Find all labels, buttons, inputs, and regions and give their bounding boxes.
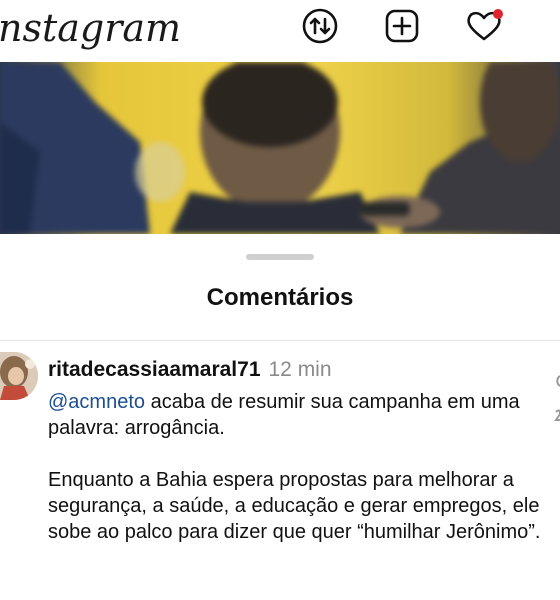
sheet-title: Comentários (206, 284, 354, 311)
video-preview[interactable] (0, 62, 560, 234)
updown-arrows-icon[interactable] (298, 4, 342, 48)
heart-icon[interactable] (462, 4, 506, 48)
partial-icon (548, 372, 560, 432)
comment-username[interactable]: ritadecassiaamaral71 (48, 358, 261, 381)
new-post-icon[interactable] (380, 4, 424, 48)
top-bar: nstagram (0, 0, 560, 62)
mention-link[interactable]: @acmneto (48, 391, 145, 413)
instagram-logo[interactable]: nstagram (0, 6, 181, 50)
comment-header: ritadecassiaamaral71 12 min (48, 358, 332, 382)
comment-text: @acmneto acaba de resumir sua campanha e… (48, 389, 548, 545)
divider (0, 340, 560, 341)
comment-time: 12 min (268, 358, 332, 381)
drag-handle[interactable] (246, 254, 314, 260)
comment-body: acaba de resumir sua campanha em uma pal… (48, 391, 541, 543)
notification-dot (493, 9, 503, 19)
